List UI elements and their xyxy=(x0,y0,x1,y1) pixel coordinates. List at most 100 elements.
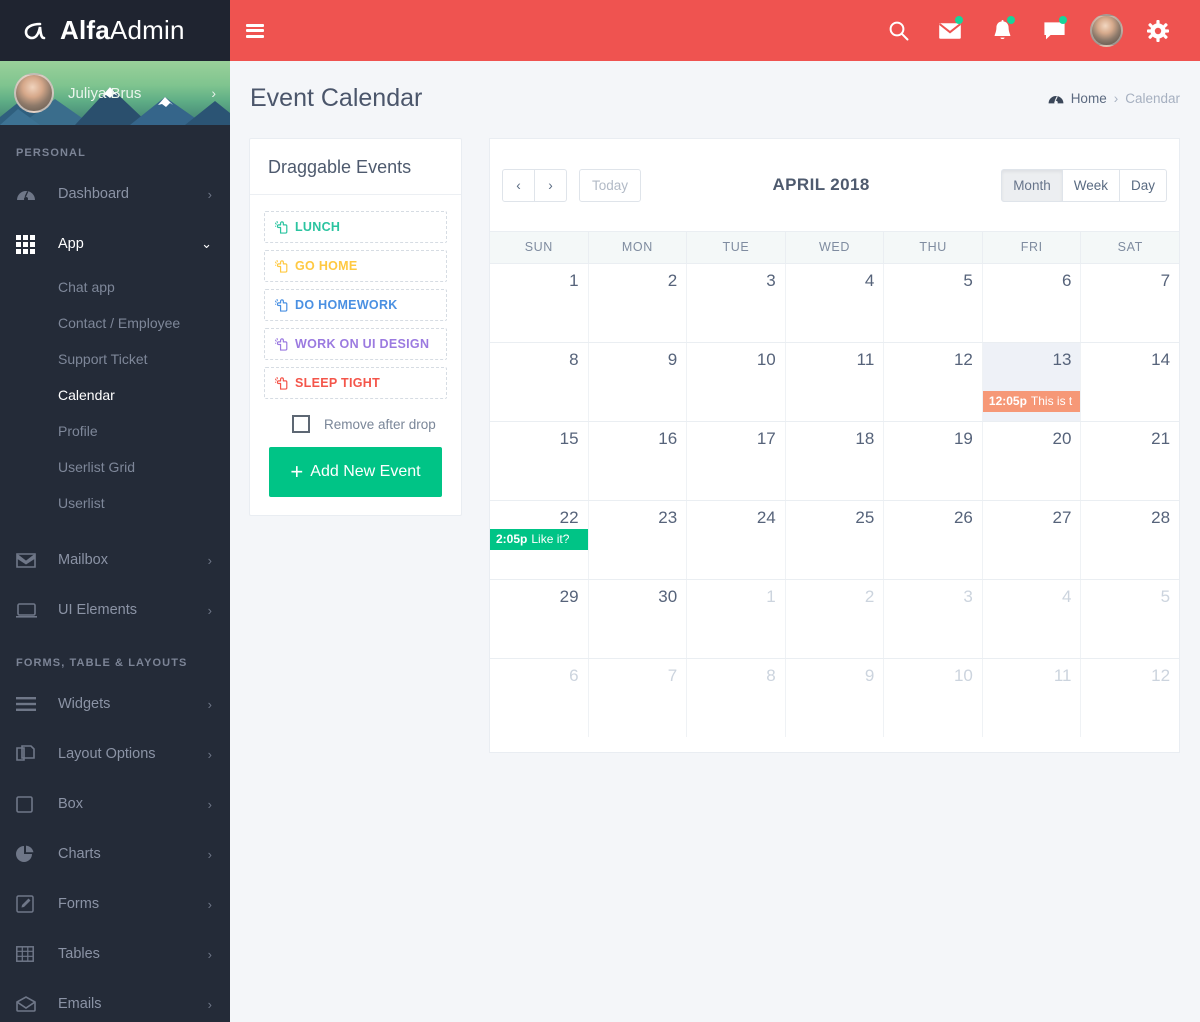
hand-pointer-icon xyxy=(275,376,288,390)
calendar-day-cell[interactable]: 27 xyxy=(983,501,1082,579)
calendar-day-cell[interactable]: 24 xyxy=(687,501,786,579)
sidebar-item-mailbox[interactable]: Mailbox › xyxy=(0,535,230,585)
sidebar-item-charts[interactable]: Charts › xyxy=(0,829,230,879)
draggable-events-header: Draggable Events xyxy=(250,139,461,195)
brand[interactable]: AlfaAdmin xyxy=(0,0,230,61)
calendar-day-cell[interactable]: 23 xyxy=(589,501,688,579)
calendar-day-cell[interactable]: 12 xyxy=(884,343,983,421)
calendar-event-title: This is t xyxy=(1030,394,1073,408)
calendar-day-cell[interactable]: 6 xyxy=(983,264,1082,342)
sidebar-subitem-profile[interactable]: Profile xyxy=(0,413,230,449)
calendar-day-cell[interactable]: 29 xyxy=(490,580,589,658)
calendar-view-day-button[interactable]: Day xyxy=(1118,168,1167,202)
calendar-day-cell[interactable]: 12 xyxy=(1081,659,1179,737)
remove-after-drop-checkbox[interactable] xyxy=(292,415,310,433)
calendar-day-number: 11 xyxy=(1053,666,1072,685)
sidebar-item-tables[interactable]: Tables › xyxy=(0,929,230,979)
mail-icon[interactable] xyxy=(924,11,976,51)
draggable-event-work-on-ui-design[interactable]: WORK ON UI DESIGN xyxy=(264,328,447,360)
calendar-grid: SUN MON TUE WED THU FRI SAT 1 2 3 4 5 6 7 8 9 10 1… xyxy=(490,231,1179,737)
sidebar-subitem-contact-employee[interactable]: Contact / Employee xyxy=(0,305,230,341)
calendar-day-cell[interactable]: 10 xyxy=(687,343,786,421)
sidebar-subitem-chat-app[interactable]: Chat app xyxy=(0,269,230,305)
gear-icon[interactable] xyxy=(1132,11,1184,51)
user-avatar[interactable] xyxy=(1080,11,1132,51)
chevron-right-icon[interactable]: › xyxy=(211,85,216,101)
calendar-day-cell[interactable]: 25 xyxy=(786,501,885,579)
calendar-day-cell[interactable]: 4 xyxy=(983,580,1082,658)
calendar-day-cell[interactable]: 18 xyxy=(786,422,885,500)
calendar-day-cell[interactable]: 3 xyxy=(884,580,983,658)
calendar-day-cell[interactable]: 26 xyxy=(884,501,983,579)
calendar-day-cell[interactable]: 11 xyxy=(983,659,1082,737)
remove-after-drop-label: Remove after drop xyxy=(324,416,436,432)
calendar-day-number: 24 xyxy=(756,508,776,527)
sidebar-item-emails[interactable]: Emails › xyxy=(0,979,230,1022)
calendar-day-header: TUE xyxy=(687,232,786,263)
calendar-day-cell[interactable]: 22 2:05p Like it? xyxy=(490,501,589,579)
calendar-day-cell[interactable]: 5 xyxy=(884,264,983,342)
sidebar-item-app[interactable]: App ⌄ xyxy=(0,219,230,269)
calendar-day-cell[interactable]: 13 12:05p This is t xyxy=(982,343,1082,421)
calendar-day-header: WED xyxy=(786,232,885,263)
draggable-event-lunch[interactable]: LUNCH xyxy=(264,211,447,243)
calendar-day-cell[interactable]: 28 xyxy=(1081,501,1179,579)
calendar-event[interactable]: 12:05p This is t xyxy=(982,391,1081,412)
draggable-event-label: GO HOME xyxy=(295,259,358,273)
add-new-event-button[interactable]: + Add New Event xyxy=(269,447,442,497)
calendar-day-cell[interactable]: 16 xyxy=(589,422,688,500)
hamburger-icon[interactable] xyxy=(246,23,264,38)
calendar-day-cell[interactable]: 4 xyxy=(786,264,885,342)
calendar-day-cell[interactable]: 2 xyxy=(589,264,688,342)
sidebar-subitem-userlist[interactable]: Userlist xyxy=(0,485,230,521)
calendar-day-cell[interactable]: 5 xyxy=(1081,580,1179,658)
calendar-day-cell[interactable]: 17 xyxy=(687,422,786,500)
calendar-day-number: 9 xyxy=(667,350,678,369)
calendar-day-cell[interactable]: 1 xyxy=(687,580,786,658)
chevron-right-icon: › xyxy=(207,696,212,712)
calendar-day-cell[interactable]: 15 xyxy=(490,422,589,500)
calendar-day-cell[interactable]: 7 xyxy=(589,659,688,737)
sidebar-item-widgets[interactable]: Widgets › xyxy=(0,679,230,729)
sidebar-item-forms[interactable]: Forms › xyxy=(0,879,230,929)
sidebar-item-ui-elements[interactable]: UI Elements › xyxy=(0,585,230,635)
calendar-day-cell[interactable]: 30 xyxy=(589,580,688,658)
calendar-day-cell[interactable]: 1 xyxy=(490,264,589,342)
calendar-day-cell[interactable]: 9 xyxy=(786,659,885,737)
sidebar-subitem-userlist-grid[interactable]: Userlist Grid xyxy=(0,449,230,485)
chevron-right-icon: › xyxy=(207,946,212,962)
calendar-day-cell[interactable]: 6 xyxy=(490,659,589,737)
sidebar-item-layout-options[interactable]: Layout Options › xyxy=(0,729,230,779)
calendar-day-cell[interactable]: 9 xyxy=(589,343,688,421)
calendar-day-cell[interactable]: 19 xyxy=(884,422,983,500)
draggable-event-do-homework[interactable]: DO HOMEWORK xyxy=(264,289,447,321)
calendar-day-cell[interactable]: 3 xyxy=(687,264,786,342)
calendar-prev-button[interactable]: ‹ xyxy=(502,168,535,202)
bell-icon[interactable] xyxy=(976,11,1028,51)
calendar-day-cell[interactable]: 20 xyxy=(983,422,1082,500)
calendar-event[interactable]: 2:05p Like it? xyxy=(490,529,588,550)
sidebar-item-dashboard[interactable]: Dashboard › xyxy=(0,169,230,219)
calendar-day-cell[interactable]: 8 xyxy=(687,659,786,737)
calendar-day-cell[interactable]: 2 xyxy=(786,580,885,658)
calendar-view-month-button[interactable]: Month xyxy=(1001,168,1063,202)
chat-icon[interactable] xyxy=(1028,11,1080,51)
sidebar-item-box[interactable]: Box › xyxy=(0,779,230,829)
calendar-day-cell[interactable]: 14 xyxy=(1081,343,1179,421)
calendar-next-button[interactable]: › xyxy=(534,168,567,202)
draggable-event-go-home[interactable]: GO HOME xyxy=(264,250,447,282)
calendar-day-cell[interactable]: 7 xyxy=(1081,264,1179,342)
calendar-day-cell[interactable]: 8 xyxy=(490,343,589,421)
calendar-today-button[interactable]: Today xyxy=(579,168,642,202)
sidebar-subitem-support-ticket[interactable]: Support Ticket xyxy=(0,341,230,377)
sidebar-user-panel[interactable]: Juliya Brus › xyxy=(0,61,230,125)
sidebar-subitem-calendar[interactable]: Calendar xyxy=(0,377,230,413)
search-icon[interactable] xyxy=(872,11,924,51)
calendar-day-cell[interactable]: 10 xyxy=(884,659,983,737)
chevron-right-icon: › xyxy=(207,996,212,1012)
breadcrumb-home[interactable]: Home xyxy=(1071,91,1107,106)
calendar-day-cell[interactable]: 11 xyxy=(786,343,885,421)
draggable-event-sleep-tight[interactable]: SLEEP TIGHT xyxy=(264,367,447,399)
calendar-view-week-button[interactable]: Week xyxy=(1061,168,1120,202)
calendar-day-cell[interactable]: 21 xyxy=(1081,422,1179,500)
